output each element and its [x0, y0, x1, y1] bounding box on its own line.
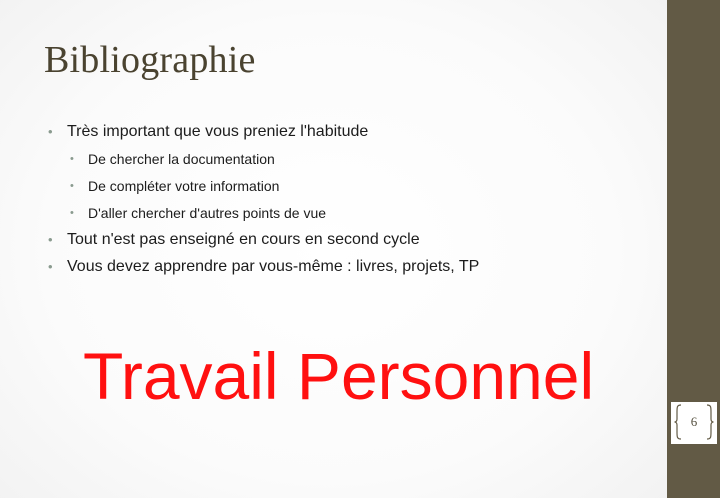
slide: Bibliographie • Très important que vous … — [0, 0, 720, 498]
bullet-text: De compléter votre information — [88, 178, 280, 194]
bullet-dot-icon: • — [48, 259, 53, 274]
slide-title: Bibliographie — [44, 39, 256, 81]
bullet-dot-icon: • — [70, 180, 74, 192]
bullet-text: Vous devez apprendre par vous-même : liv… — [67, 258, 480, 275]
highlight-text: Travail Personnel — [83, 339, 595, 413]
sub-bullet-item: • De compléter votre information — [46, 174, 646, 201]
sub-bullet-item: • D'aller chercher d'autres points de vu… — [46, 201, 646, 228]
page-number: 6 — [690, 414, 698, 429]
sub-bullet-item: • De chercher la documentation — [46, 147, 646, 174]
bullet-list: • Très important que vous preniez l'habi… — [46, 120, 646, 282]
bullet-item: • Tout n'est pas enseigné en cours en se… — [46, 228, 646, 255]
bullet-item: • Vous devez apprendre par vous-même : l… — [46, 255, 646, 282]
bullet-text: D'aller chercher d'autres points de vue — [88, 205, 327, 221]
bullet-item: • Très important que vous preniez l'habi… — [46, 120, 646, 147]
bullet-dot-icon: • — [48, 232, 53, 247]
bullet-text: De chercher la documentation — [88, 151, 275, 167]
slide-content: • Très important que vous preniez l'habi… — [46, 120, 646, 282]
bullet-text: Tout n'est pas enseigné en cours en seco… — [67, 231, 420, 248]
bullet-dot-icon: • — [70, 207, 74, 219]
bullet-dot-icon: • — [70, 153, 74, 165]
bullet-text: Très important que vous preniez l'habitu… — [67, 123, 369, 140]
bullet-dot-icon: • — [48, 124, 53, 139]
